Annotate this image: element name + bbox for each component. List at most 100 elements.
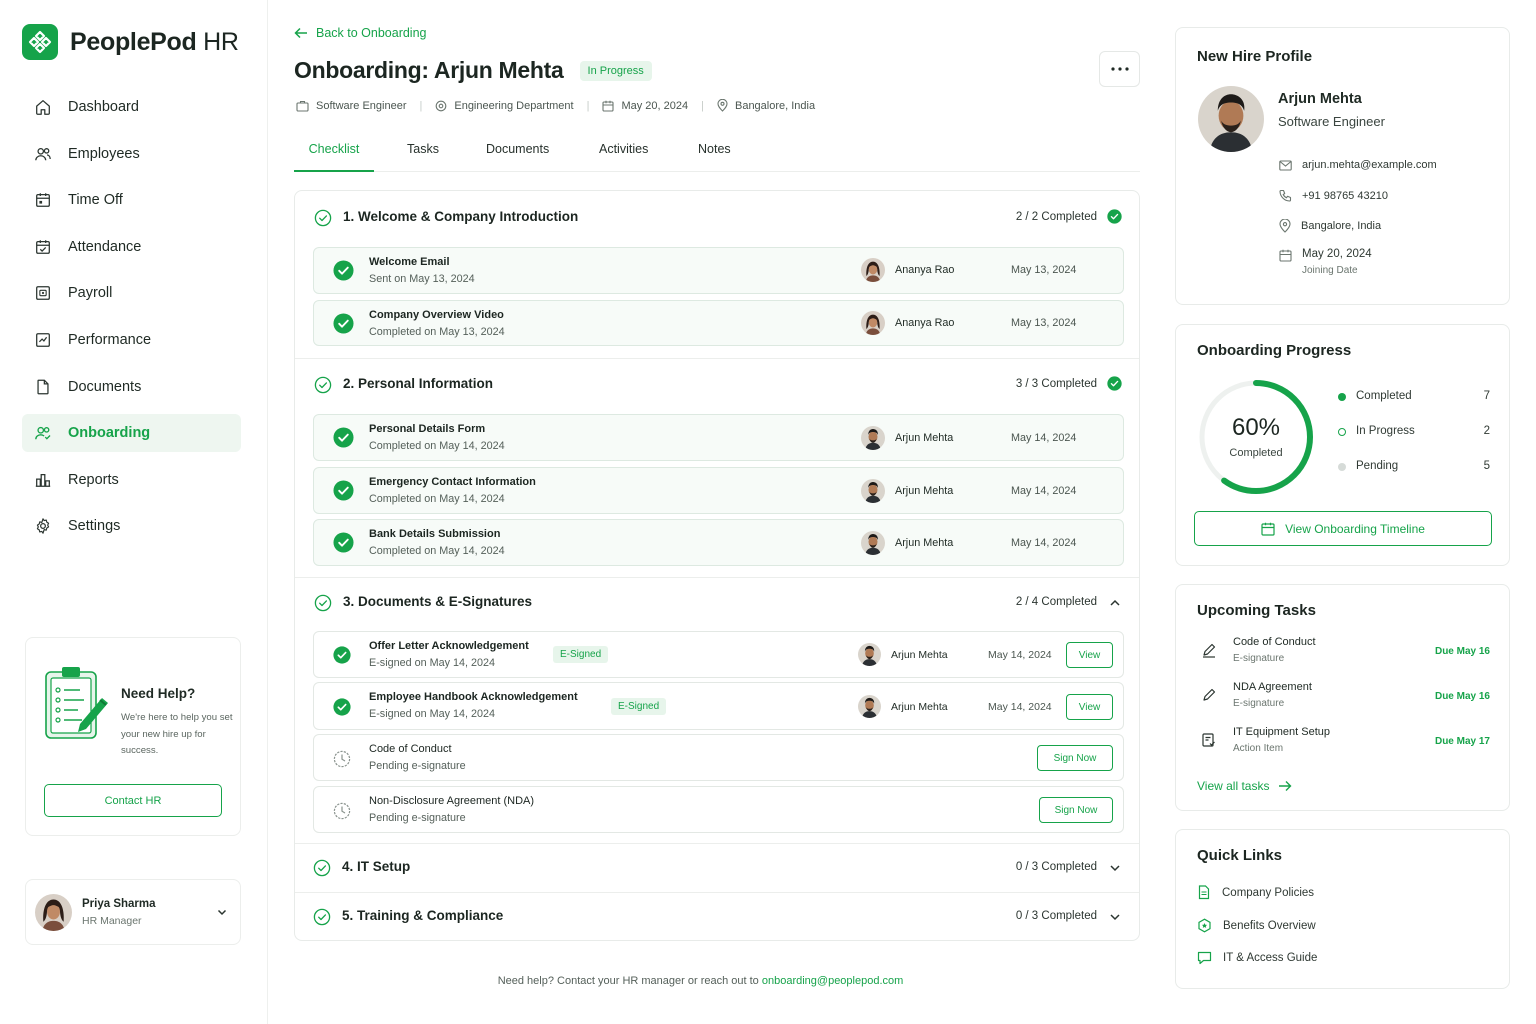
checklist-item[interactable]: Welcome Email Sent on May 13, 2024 Anany… — [313, 247, 1124, 294]
laptop-checklist-icon — [1202, 733, 1215, 747]
contact-hr-button[interactable]: Contact HR — [44, 784, 222, 817]
view-timeline-button[interactable]: View Onboarding Timeline — [1194, 511, 1492, 546]
tab-documents[interactable]: Documents — [486, 136, 549, 172]
avatar — [858, 643, 881, 666]
tab-tasks[interactable]: Tasks — [407, 136, 439, 172]
quick-link[interactable]: Benefits Overview — [1197, 918, 1316, 933]
checklist-item[interactable]: Offer Letter Acknowledgement E-signed on… — [313, 631, 1124, 678]
divider — [295, 577, 1139, 578]
more-options-button[interactable] — [1099, 51, 1140, 87]
more-horizontal-icon — [1110, 67, 1129, 71]
sign-now-button[interactable]: Sign Now — [1039, 797, 1113, 823]
legend-value: 5 — [1483, 460, 1490, 472]
help-title: Need Help? — [121, 686, 196, 701]
checklist-item[interactable]: Personal Details Form Completed on May 1… — [313, 414, 1124, 461]
nav-label: Documents — [68, 378, 142, 395]
check-filled-icon — [333, 480, 354, 501]
nav-label: Time Off — [68, 192, 123, 209]
location-row: Bangalore, India — [1279, 219, 1381, 233]
upcoming-task[interactable]: Code of Conduct E-signature Due May 16 — [1197, 634, 1492, 670]
nav-item-dashboard[interactable]: Dashboard — [22, 88, 241, 126]
checklist-item[interactable]: Employee Handbook Acknowledgement E-sign… — [313, 682, 1124, 730]
section-header[interactable]: 2. Personal Information 3 / 3 Completed — [295, 372, 1139, 398]
section-count: 3 / 3 Completed — [1015, 378, 1097, 390]
section-title: 2. Personal Information — [343, 376, 494, 391]
nav-label: Performance — [68, 331, 152, 348]
email-row[interactable]: arjun.mehta@example.com — [1279, 159, 1437, 171]
tab-activities[interactable]: Activities — [599, 136, 648, 172]
section-header[interactable]: 1. Welcome & Company Introduction 2 / 2 … — [295, 205, 1139, 231]
calendar-icon — [36, 193, 50, 208]
task-due: Due May 16 — [1434, 646, 1490, 657]
nav-item-reports[interactable]: Reports — [22, 461, 241, 499]
section-count: 2 / 4 Completed — [1015, 596, 1097, 608]
back-link-label: Back to Onboarding — [316, 26, 427, 40]
chat-icon — [1197, 951, 1212, 965]
nav-item-performance[interactable]: Performance — [22, 321, 241, 359]
section-header[interactable]: 4. IT Setup 0 / 3 Completed — [295, 855, 1139, 881]
nav-item-settings[interactable]: Settings — [22, 507, 241, 545]
check-circle-icon — [313, 908, 331, 926]
item-subtitle: Completed on May 13, 2024 — [369, 326, 505, 338]
nav-item-time-off[interactable]: Time Off — [22, 181, 241, 219]
item-title: Offer Letter Acknowledgement — [369, 640, 529, 652]
nav-item-employees[interactable]: Employees — [22, 135, 241, 173]
meta-date: May 20, 2024 — [621, 99, 689, 112]
map-pin-icon — [1279, 219, 1291, 233]
quick-link-label: IT & Access Guide — [1223, 952, 1318, 964]
assignee-name: Arjun Mehta — [891, 648, 948, 661]
avatar — [858, 695, 881, 718]
assignee-name: Arjun Mehta — [895, 485, 954, 497]
view-button[interactable]: View — [1066, 642, 1113, 668]
upcoming-task[interactable]: NDA Agreement E-signature Due May 16 — [1197, 679, 1492, 715]
checklist-item[interactable]: Company Overview Video Completed on May … — [313, 300, 1124, 346]
phone-icon — [1279, 189, 1292, 202]
support-email-link[interactable]: onboarding@peoplepod.com — [762, 975, 903, 987]
e-signed-badge: E-Signed — [553, 646, 609, 663]
onboarding-icon — [35, 427, 51, 440]
onboarding-progress-card: Onboarding Progress 60% Completed Comple… — [1175, 324, 1510, 566]
check-filled-icon — [333, 646, 351, 664]
progress-label: Completed — [1229, 447, 1283, 459]
clock-icon — [333, 750, 351, 768]
divider — [295, 843, 1139, 844]
back-link[interactable]: Back to Onboarding — [294, 26, 427, 40]
brand-logo-icon — [22, 24, 58, 60]
chevron-down-icon[interactable] — [1108, 910, 1122, 924]
legend-dot — [1338, 393, 1346, 401]
view-all-tasks-link[interactable]: View all tasks — [1197, 779, 1292, 793]
calendar-icon — [1261, 522, 1275, 536]
quick-link[interactable]: IT & Access Guide — [1197, 951, 1317, 965]
nav-item-payroll[interactable]: Payroll — [22, 274, 241, 312]
legend-dot — [1338, 428, 1346, 436]
quick-link[interactable]: Company Policies — [1197, 885, 1314, 900]
section-header[interactable]: 5. Training & Compliance 0 / 3 Completed — [295, 904, 1139, 930]
sign-now-button[interactable]: Sign Now — [1037, 745, 1113, 771]
item-date: May 14, 2024 — [1011, 432, 1077, 444]
card-title: Onboarding Progress — [1197, 342, 1352, 359]
item-title: Employee Handbook Acknowledgement — [369, 691, 578, 703]
users-icon — [35, 147, 51, 160]
item-title: Code of Conduct — [369, 743, 452, 755]
meta-location: Bangalore, India — [734, 99, 816, 112]
checklist-item[interactable]: Code of Conduct Pending e-signature Sign… — [313, 734, 1124, 781]
tab-checklist[interactable]: Checklist — [294, 136, 374, 172]
upcoming-task[interactable]: IT Equipment Setup Action Item Due May 1… — [1197, 724, 1492, 760]
current-user-card[interactable]: Priya Sharma HR Manager — [25, 879, 241, 945]
section-count: 0 / 3 Completed — [1015, 861, 1097, 873]
chevron-up-icon[interactable] — [1108, 596, 1122, 610]
section-header[interactable]: 3. Documents & E-Signatures 2 / 4 Comple… — [295, 590, 1139, 616]
tab-notes[interactable]: Notes — [698, 136, 731, 172]
brand[interactable]: PeoplePod HR — [22, 24, 239, 60]
checklist-item[interactable]: Bank Details Submission Completed on May… — [313, 519, 1124, 566]
view-button[interactable]: View — [1066, 694, 1113, 720]
checklist-item[interactable]: Emergency Contact Information Completed … — [313, 467, 1124, 514]
item-subtitle: Completed on May 14, 2024 — [369, 493, 505, 505]
nav-item-attendance[interactable]: Attendance — [22, 228, 241, 266]
chevron-down-icon[interactable] — [1108, 861, 1122, 875]
phone-row[interactable]: +91 98765 43210 — [1279, 189, 1388, 202]
checklist-item[interactable]: Non-Disclosure Agreement (NDA) Pending e… — [313, 786, 1124, 833]
nav-item-onboarding[interactable]: Onboarding — [22, 414, 241, 453]
chevron-down-icon[interactable] — [216, 906, 228, 918]
nav-item-documents[interactable]: Documents — [22, 368, 241, 406]
